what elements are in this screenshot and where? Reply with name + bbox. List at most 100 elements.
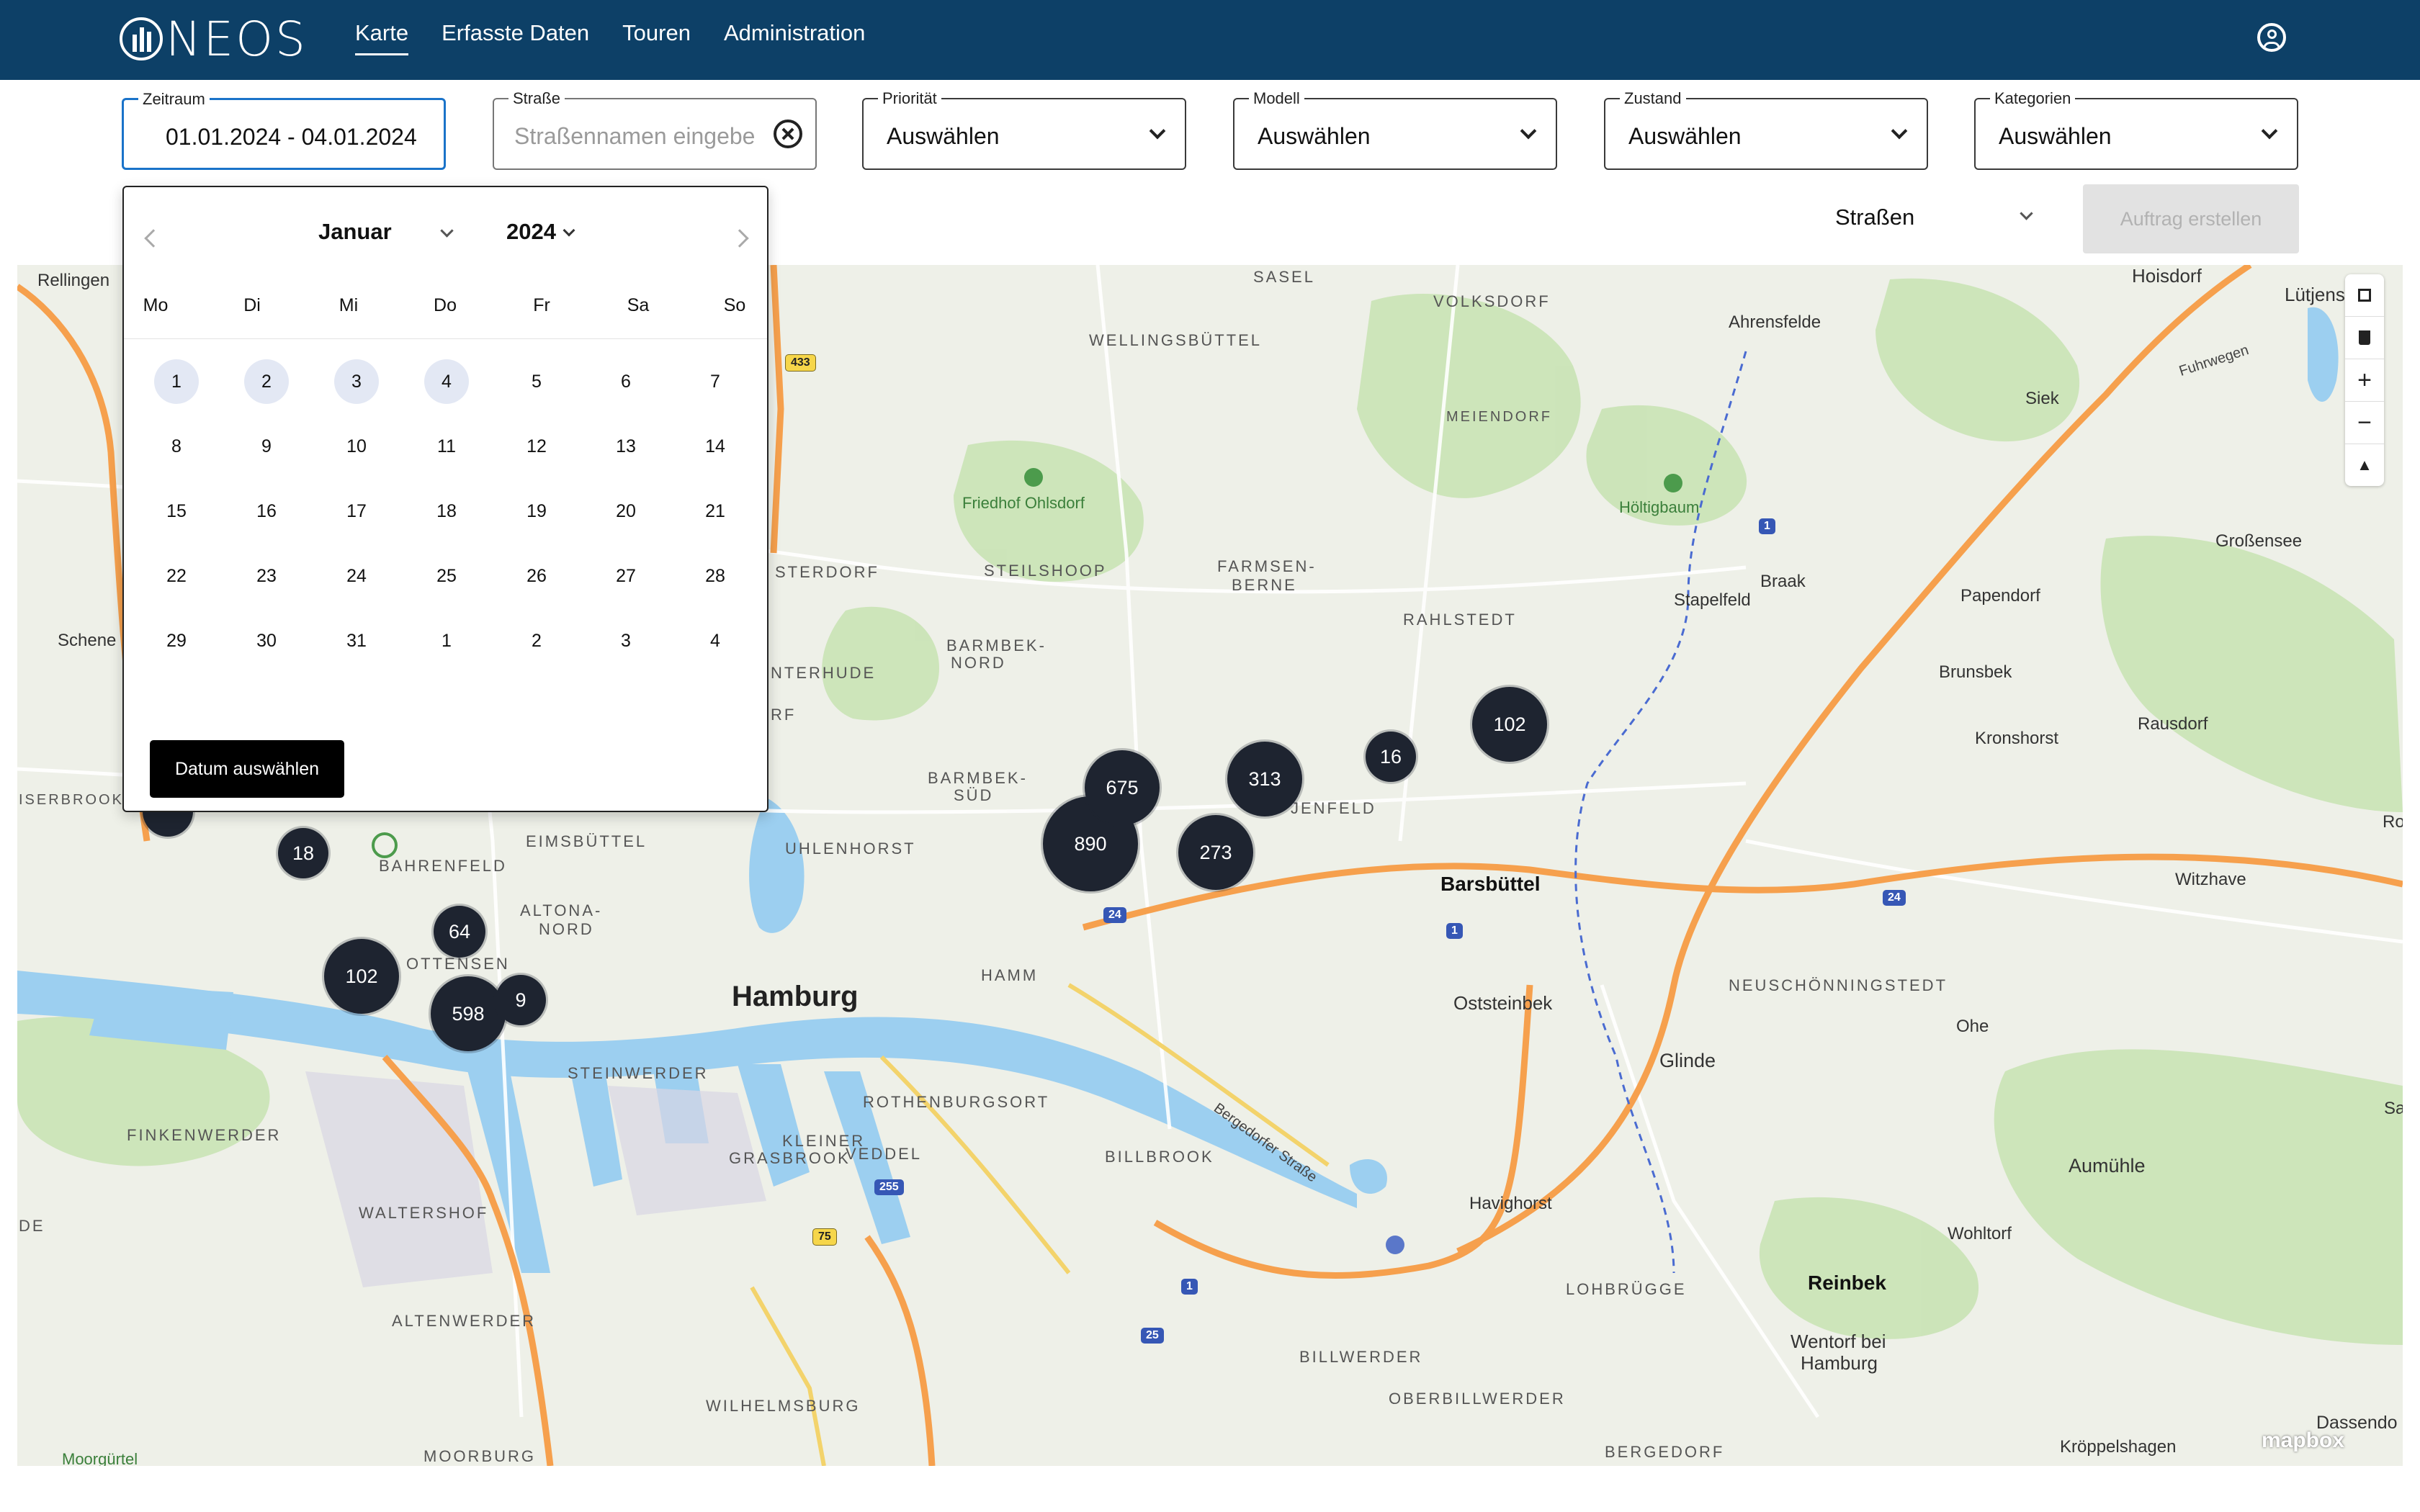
weekday-label: Mo [143,295,169,315]
calendar-day[interactable]: 1 [154,359,199,404]
map-label: STEILSHOOP [984,562,1107,580]
airport-icon [1386,1236,1404,1254]
map-label: WALTERSHOF [359,1204,489,1222]
modell-select[interactable]: Modell Auswählen [1233,89,1557,170]
month-select[interactable]: Januar [318,219,392,245]
calendar-day[interactable]: 21 [693,489,738,534]
calendar-day[interactable]: 23 [244,554,289,598]
calendar-day[interactable]: 16 [244,489,289,534]
trash-icon[interactable] [2345,317,2384,359]
calendar-day[interactable]: 29 [154,618,199,663]
prioritaet-value: Auswählen [887,123,1000,149]
map-label: WILHELMSBURG [706,1397,861,1415]
auftrag-erstellen-button[interactable]: Auftrag erstellen [2083,184,2299,253]
location-marker-icon[interactable] [372,832,398,858]
zoom-out-icon[interactable]: − [2345,402,2384,444]
clear-icon[interactable] [774,120,802,148]
map-label: VOLKSDORF [1433,292,1551,310]
map-cluster[interactable]: 598 [431,976,506,1051]
zeitraum-label: Zeitraum [138,90,210,109]
map-cluster[interactable]: 273 [1178,815,1253,890]
map-cluster[interactable]: 64 [434,906,485,958]
calendar-day[interactable]: 30 [244,618,289,663]
calendar-day[interactable]: 2 [514,618,559,663]
calendar-day[interactable]: 9 [244,424,289,469]
calendar-day[interactable]: 31 [334,618,379,663]
road-shield: 433 [785,354,816,372]
previous-month-icon[interactable] [144,229,163,248]
road-shield: 255 [874,1179,904,1195]
calendar-day[interactable]: 20 [604,489,648,534]
calendar-day[interactable]: 1 [424,618,469,663]
calendar-day[interactable]: 14 [693,424,738,469]
map-label: Lütjens [2285,284,2345,305]
map-cluster[interactable]: 313 [1227,742,1302,816]
nav-item-karte[interactable]: Karte [355,20,409,55]
calendar-day[interactable]: 28 [693,554,738,598]
map-cluster[interactable]: 9 [496,975,546,1025]
map-label: BILLWERDER [1299,1348,1423,1366]
compass-icon[interactable]: ▲ [2345,444,2384,486]
zeitraum-field[interactable]: Zeitraum 01.01.2024 - 04.01.2024 [122,90,446,170]
calendar-day[interactable]: 7 [693,359,738,404]
user-account-icon[interactable] [2257,23,2286,52]
map-label: ROTHENBURGSORT [863,1093,1050,1111]
map-label: WELLINGSBÜTTEL [1089,331,1263,349]
map-label: UHLENHORST [785,840,916,858]
layer-select[interactable]: Straßen [1829,199,2045,242]
strasse-field[interactable]: Straße Straßennamen eingebe [493,89,817,170]
map-label: Friedhof Ohlsdorf [962,494,1085,512]
map-label: Hamburg [732,981,859,1012]
kategorien-select[interactable]: Kategorien Auswählen [1974,89,2298,170]
map-cluster[interactable]: 675 [1085,750,1160,825]
nav-item-erfasste-daten[interactable]: Erfasste Daten [442,20,589,55]
map-cluster[interactable]: 18 [278,828,328,878]
calendar-day[interactable]: 18 [424,489,469,534]
calendar-day[interactable]: 17 [334,489,379,534]
chevron-down-icon[interactable] [440,224,454,238]
calendar-day[interactable]: 10 [334,424,379,469]
calendar-day[interactable]: 8 [154,424,199,469]
nav-item-touren[interactable]: Touren [622,20,691,55]
map-label: STERDORF [775,563,879,581]
nav-item-administration[interactable]: Administration [724,20,865,55]
calendar-day[interactable]: 2 [244,359,289,404]
calendar-day[interactable]: 27 [604,554,648,598]
next-month-icon[interactable] [730,229,749,248]
calendar-day[interactable]: 3 [604,618,648,663]
calendar-day[interactable]: 6 [604,359,648,404]
calendar-day[interactable]: 25 [424,554,469,598]
map-label: STEINWERDER [568,1064,709,1082]
calendar-day[interactable]: 13 [604,424,648,469]
map-cluster[interactable]: 16 [1366,732,1416,782]
map-label: ISERBROOK [19,792,124,808]
map-label: VEDDEL [846,1145,923,1163]
draw-polygon-icon[interactable] [2345,274,2384,317]
map-cluster[interactable]: 102 [324,939,399,1014]
calendar-day[interactable]: 11 [424,424,469,469]
calendar-day[interactable]: 4 [693,618,738,663]
prioritaet-select[interactable]: Priorität Auswählen [862,89,1186,170]
calendar-day[interactable]: 12 [514,424,559,469]
zoom-in-icon[interactable]: + [2345,359,2384,402]
mapbox-logo[interactable]: mapbox [2262,1428,2344,1453]
calendar-day[interactable]: 5 [514,359,559,404]
calendar-day[interactable]: 3 [334,359,379,404]
calendar-day[interactable]: 24 [334,554,379,598]
zustand-select[interactable]: Zustand Auswählen [1604,89,1928,170]
datum-auswaehlen-button[interactable]: Datum auswählen [150,740,344,798]
chevron-down-icon[interactable] [563,224,575,237]
map-label: Stapelfeld [1674,590,1751,610]
calendar-day[interactable]: 22 [154,554,199,598]
app-logo[interactable]: NEOS [120,10,308,68]
year-select[interactable]: 2024 [506,219,556,245]
calendar-day[interactable]: 19 [514,489,559,534]
calendar-day[interactable]: 26 [514,554,559,598]
map-label: NORD [539,920,594,938]
zustand-value: Auswählen [1628,123,1742,149]
calendar-day[interactable]: 4 [424,359,469,404]
calendar-day[interactable]: 15 [154,489,199,534]
road-shield: 1 [1759,518,1775,534]
map-cluster[interactable]: 102 [1472,687,1547,762]
map-label: Hamburg [1801,1352,1878,1374]
